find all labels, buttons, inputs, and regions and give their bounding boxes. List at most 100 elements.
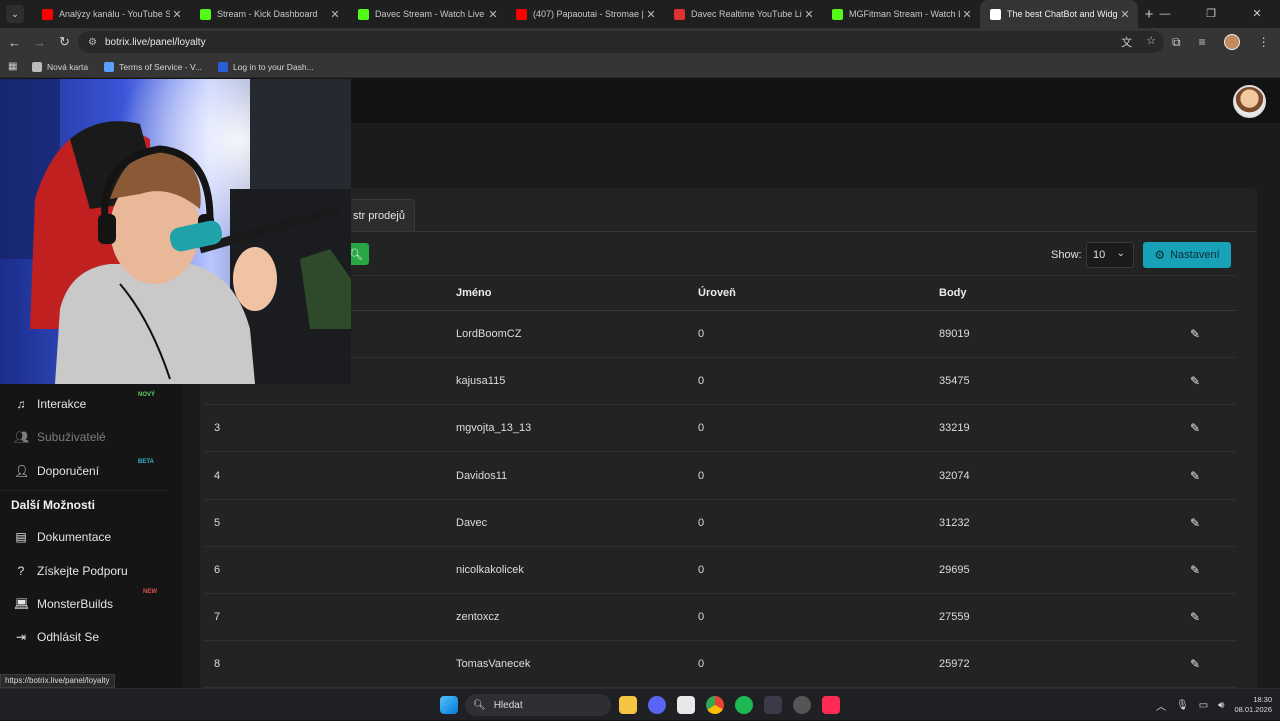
table-row: LordBoomCZ 0 89019 ✎ <box>204 311 1236 358</box>
sidebar-item[interactable]: 💻︎ MonsterBuilds <box>14 597 113 611</box>
app-icon[interactable] <box>677 696 695 714</box>
user-avatar[interactable] <box>1233 85 1266 118</box>
sidebar-divider <box>0 490 167 491</box>
sidebar-item[interactable]: 👥︎ Subuživatelé <box>14 430 106 444</box>
cell-points: 29695 <box>939 564 970 576</box>
sidebar-item[interactable]: ▤ Dokumentace <box>14 530 111 544</box>
chrome-icon[interactable] <box>706 696 724 714</box>
cell-rank: 7 <box>214 611 221 624</box>
close-tab-icon[interactable]: ✕ <box>170 8 184 21</box>
minimize-button[interactable]: — <box>1142 0 1188 28</box>
edit-pencil-icon[interactable]: ✎ <box>1188 500 1202 546</box>
cell-rank: 8 <box>214 658 221 671</box>
webcam-overlay <box>0 79 351 384</box>
close-window-button[interactable]: ✕ <box>1234 0 1280 28</box>
tiktok-icon[interactable] <box>822 696 840 714</box>
address-bar-row: ← → ↻ ⚙ botrix.live/panel/loyalty 文 ☆ <box>0 28 1280 56</box>
obs-icon[interactable] <box>793 696 811 714</box>
close-tab-icon[interactable]: ✕ <box>960 8 974 21</box>
volume-icon[interactable]: 🔊︎ <box>1218 700 1224 711</box>
sidebar-item[interactable]: ? Získejte Podporu <box>14 564 128 578</box>
user-friends-icon: 👤︎ <box>14 464 30 478</box>
start-button-icon[interactable] <box>440 696 458 714</box>
header-name[interactable]: Jméno <box>456 276 491 310</box>
browser-tab[interactable]: Davec Realtime YouTube Live S ✕ <box>664 0 822 28</box>
back-button[interactable]: ← <box>2 35 27 50</box>
settings-button-label: Nastavení <box>1170 249 1220 261</box>
browser-tab[interactable]: Stream - Kick Dashboard ✕ <box>190 0 348 28</box>
clock-time: 18:30 <box>1253 695 1272 704</box>
apps-grid-icon[interactable]: ▦ <box>8 61 22 72</box>
tab-title: Stream - Kick Dashboard <box>217 9 318 19</box>
tab-search-button[interactable]: ⌄ <box>6 5 24 23</box>
browser-tab-strip: ⌄ Analýzy kanálu - YouTube Studio ✕ Stre… <box>0 0 1280 28</box>
close-tab-icon[interactable]: ✕ <box>802 8 816 21</box>
browser-tab[interactable]: Analýzy kanálu - YouTube Studio ✕ <box>32 0 190 28</box>
taskbar-search-label: Hledat <box>493 699 523 711</box>
microphone-icon[interactable]: 🎙︎ <box>1176 700 1189 711</box>
discord-icon[interactable] <box>648 696 666 714</box>
edit-pencil-icon[interactable]: ✎ <box>1188 405 1202 451</box>
sidebar-item-label: MonsterBuilds <box>37 597 114 611</box>
edit-pencil-icon[interactable]: ✎ <box>1188 311 1202 357</box>
edit-pencil-icon[interactable]: ✎ <box>1188 594 1202 640</box>
tab-favicon-icon <box>358 8 369 20</box>
browser-tab[interactable]: MGFitman Stream - Watch Live ✕ <box>822 0 980 28</box>
url-bar[interactable]: ⚙ botrix.live/panel/loyalty 文 ☆ <box>78 31 1164 53</box>
tab-sales-history[interactable]: str prodejů <box>343 199 415 232</box>
settings-button[interactable]: ⚙ Nastavení <box>1143 242 1231 268</box>
bookmark-item[interactable]: Log in to your Dash... <box>217 61 314 72</box>
translate-icon[interactable]: 文 <box>1121 34 1132 50</box>
reload-button[interactable]: ↻ <box>52 34 77 50</box>
page-size-select[interactable]: 10 ⌄ <box>1086 242 1134 268</box>
chevron-up-icon[interactable]: ︿ <box>1156 698 1166 713</box>
site-info-icon[interactable]: ⚙ <box>88 37 97 48</box>
table-row: 3 mgvojta_13_13 0 33219 ✎ <box>204 405 1236 453</box>
bookmark-item[interactable]: Terms of Service - V... <box>104 61 202 72</box>
browser-tab[interactable]: Davec Stream - Watch Live on Kick ✕ <box>348 0 506 28</box>
menu-kebab-icon[interactable]: ⋮ <box>1258 35 1270 49</box>
network-icon[interactable]: ▭ <box>1199 700 1208 711</box>
file-explorer-icon[interactable] <box>619 696 637 714</box>
tab-title: The best ChatBot and Widgets <box>1007 9 1118 19</box>
cell-name: nicolkakolicek <box>456 564 524 576</box>
sidebar-item-label: Získejte Podporu <box>37 564 128 578</box>
cell-points: 89019 <box>939 328 970 340</box>
taskbar-search[interactable]: 🔍︎ Hledat <box>465 694 611 716</box>
close-tab-icon[interactable]: ✕ <box>1118 8 1132 21</box>
bookmark-star-icon[interactable]: ☆ <box>1146 34 1156 50</box>
edit-pencil-icon[interactable]: ✎ <box>1188 358 1202 404</box>
close-tab-icon[interactable]: ✕ <box>486 8 500 21</box>
close-tab-icon[interactable]: ✕ <box>644 8 658 21</box>
tab-title: Analýzy kanálu - YouTube Studio <box>59 9 170 19</box>
davinci-icon[interactable] <box>764 696 782 714</box>
sidebar-item[interactable]: ⇥ Odhlásit Se <box>14 630 99 644</box>
browser-tab[interactable]: (407) Papaoutai - Stromae | Hi ✕ <box>506 0 664 28</box>
maximize-button[interactable]: ❐ <box>1188 0 1234 28</box>
clock[interactable]: 18:30 08.01.2026 <box>1234 695 1272 715</box>
edit-pencil-icon[interactable]: ✎ <box>1188 453 1202 499</box>
reading-list-icon[interactable]: ≡ <box>1199 35 1206 49</box>
book-icon: ▤ <box>15 530 27 544</box>
header-level[interactable]: Úroveň <box>698 276 736 310</box>
edit-pencil-icon[interactable]: ✎ <box>1188 547 1202 593</box>
sidebar-item[interactable]: ♫ Interakce <box>14 397 87 411</box>
url-text: botrix.live/panel/loyalty <box>104 36 206 48</box>
table-row: 7 zentoxcz 0 27559 ✎ <box>204 594 1236 642</box>
table-row: 5 Davec 0 31232 ✎ <box>204 500 1236 547</box>
cell-rank: 6 <box>214 564 221 576</box>
close-tab-icon[interactable]: ✕ <box>328 8 342 21</box>
bookmark-item[interactable]: Nová karta <box>32 61 89 72</box>
cell-level: 0 <box>698 516 705 529</box>
tab-title: Davec Realtime YouTube Live S <box>691 9 802 19</box>
edit-pencil-icon[interactable]: ✎ <box>1188 641 1202 687</box>
sidebar-item[interactable]: 👤︎ Doporučení <box>14 464 99 478</box>
spotify-icon[interactable] <box>735 696 753 714</box>
header-points[interactable]: Body <box>939 276 967 310</box>
forward-button[interactable]: → <box>27 35 52 50</box>
bookmark-label: Nová karta <box>47 61 89 72</box>
profile-avatar[interactable] <box>1223 34 1240 50</box>
browser-tab[interactable]: The best ChatBot and Widgets ✕ <box>980 0 1138 28</box>
extensions-icon[interactable]: ⧉ <box>1172 35 1181 50</box>
windows-taskbar: 🔍︎ Hledat ︿ 🎙︎ ▭ 🔊︎ 18:30 08.01.2026 <box>0 688 1280 720</box>
